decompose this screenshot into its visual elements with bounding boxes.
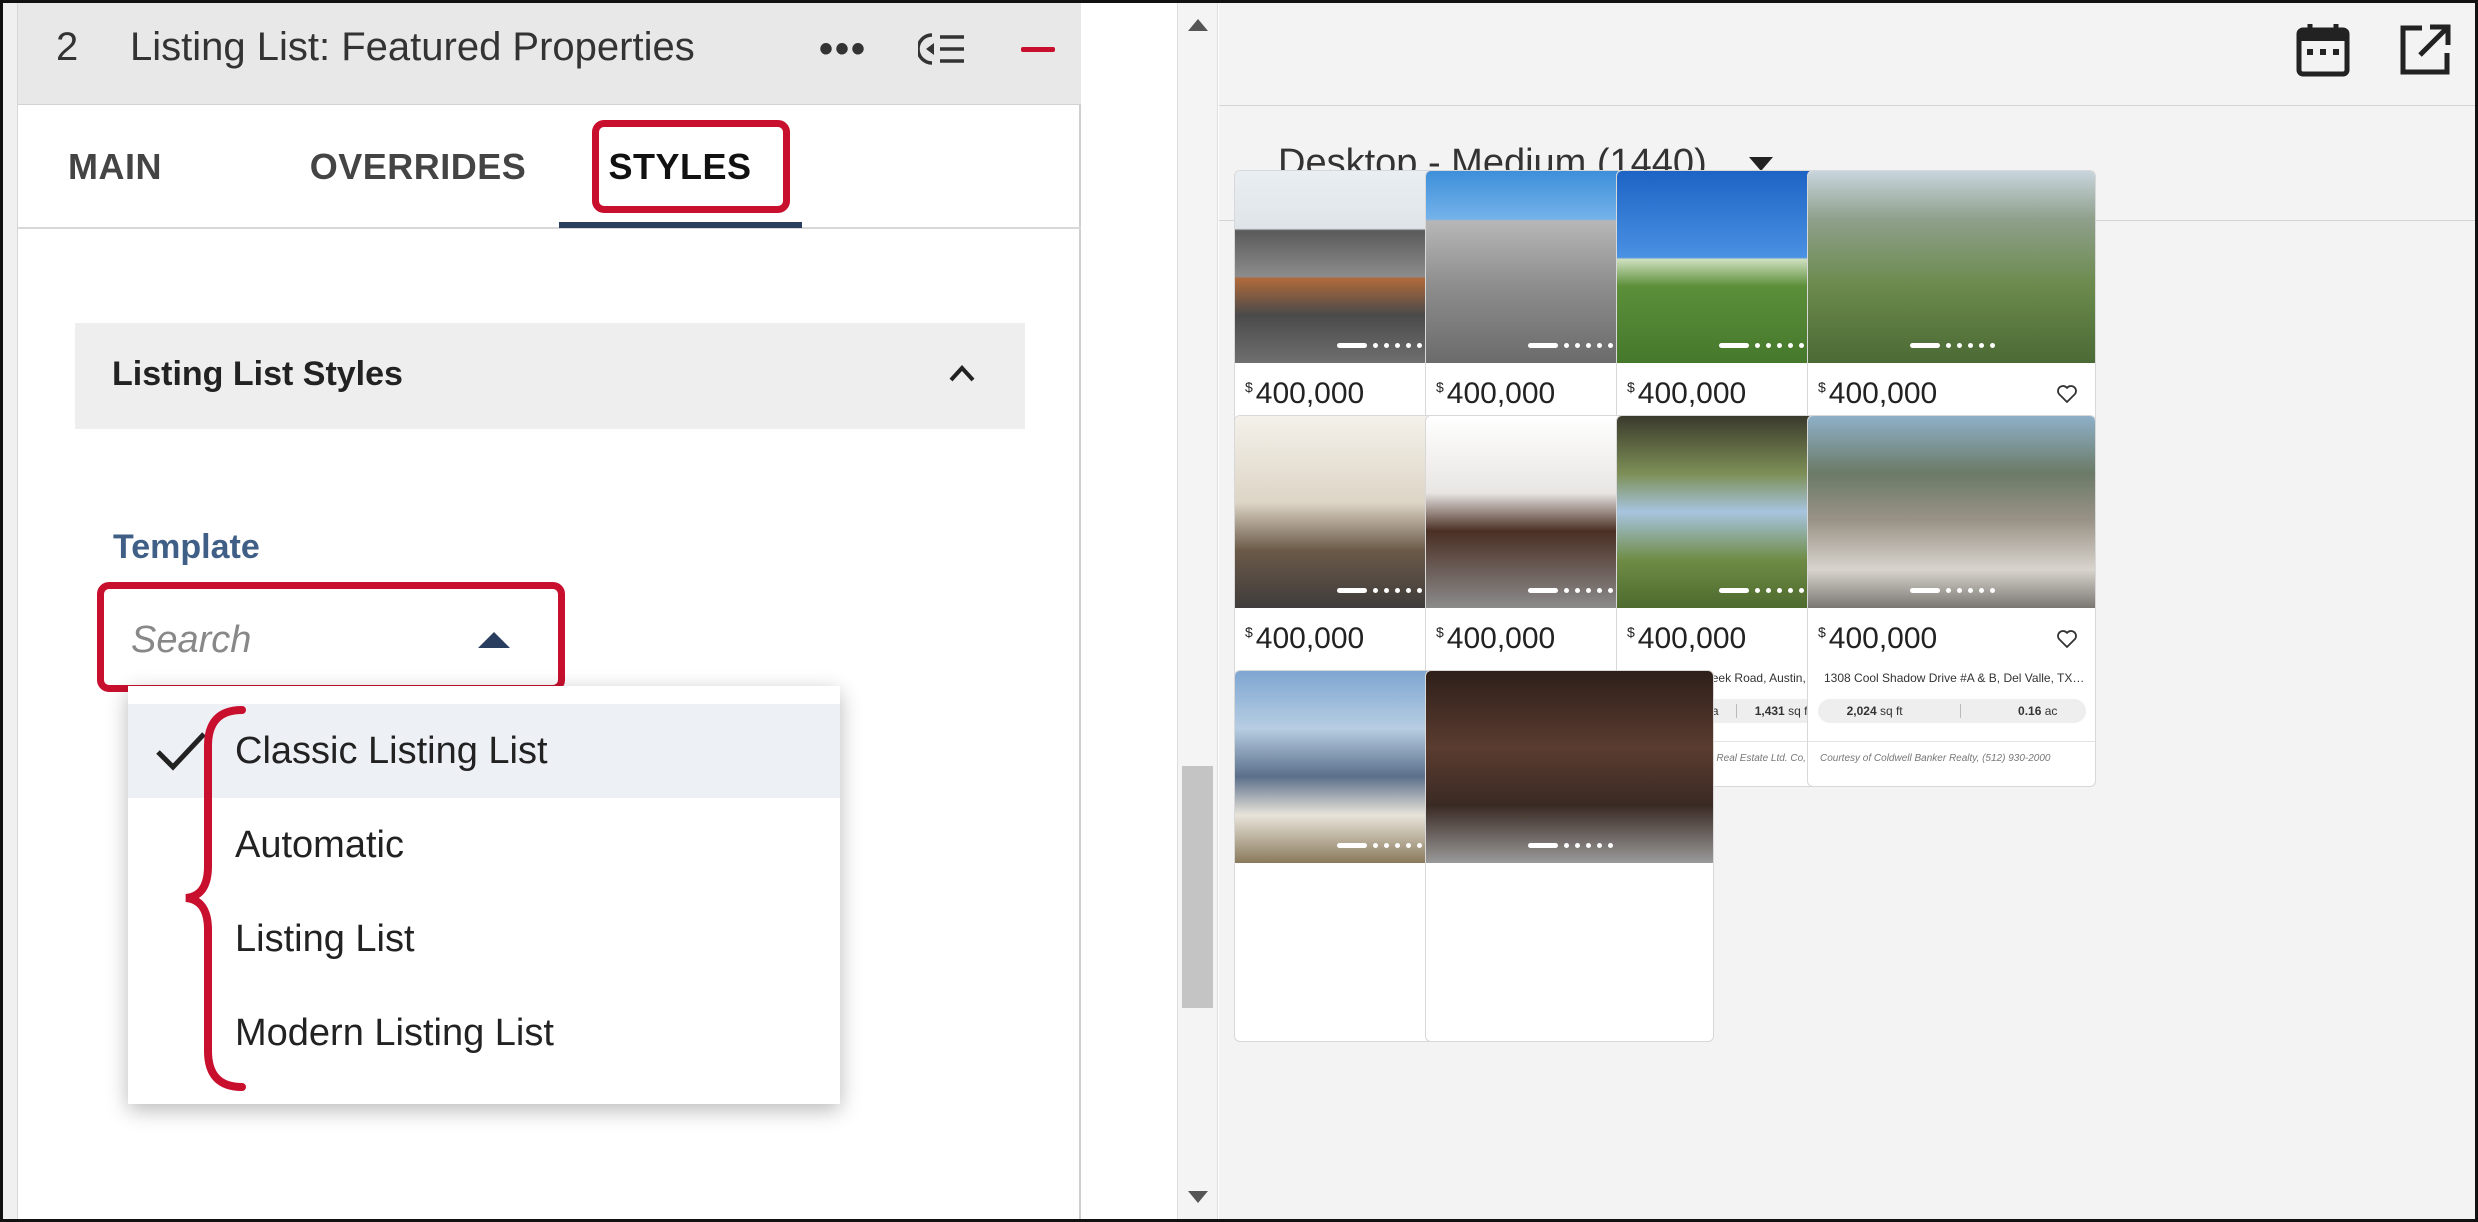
- chevron-up-icon[interactable]: [949, 361, 975, 387]
- listing-courtesy: Courtesy of Coldwell Banker Realty, (512…: [1820, 753, 2051, 764]
- photo-carousel-dots[interactable]: [1426, 843, 1713, 848]
- option-classic-listing-list[interactable]: Classic Listing List: [128, 704, 840, 798]
- listing-stat: 1,431 sq ft: [1754, 704, 1811, 718]
- option-automatic[interactable]: Automatic: [128, 798, 840, 892]
- check-icon: [156, 732, 206, 771]
- template-search-field[interactable]: [123, 600, 543, 680]
- caret-up-icon[interactable]: [478, 632, 510, 648]
- scroll-thumb[interactable]: [1182, 766, 1213, 1008]
- panel-header: 2 Listing List: Featured Properties •••: [18, 3, 1081, 105]
- preview-scrollbar[interactable]: [1177, 3, 1218, 1219]
- listing-price: $400,000: [1627, 377, 1747, 410]
- listing-price: $400,000: [1245, 377, 1365, 410]
- option-label: Automatic: [235, 823, 404, 866]
- option-label: Classic Listing List: [235, 729, 548, 772]
- template-label: Template: [113, 528, 260, 566]
- listing-price: $400,000: [1436, 622, 1556, 655]
- listing-address: 1308 Cool Shadow Drive #A & B, Del Valle…: [1824, 671, 2086, 685]
- listing-price: $400,000: [1245, 622, 1365, 655]
- listing-stat: 2,024 sq ft: [1846, 704, 1903, 718]
- minimize-icon[interactable]: [1003, 17, 1073, 81]
- scroll-down-arrow-icon[interactable]: [1188, 1191, 1208, 1203]
- tab-overrides[interactable]: OVERRIDES: [288, 105, 548, 229]
- listing-card[interactable]: $400,000 1308 Cool Shadow Drive #A & B, D…: [1807, 415, 2096, 787]
- chevron-down-icon[interactable]: [1749, 157, 1773, 171]
- tab-bar: MAIN OVERRIDES STYLES: [18, 105, 1081, 229]
- preview-toolbar: [1219, 3, 2475, 106]
- active-tab-indicator: [559, 222, 802, 228]
- preview-pane: Desktop - Medium (1440) $400,00021107 Sa…: [1219, 3, 2475, 1219]
- outline-toggle-icon[interactable]: [908, 17, 978, 81]
- section-title: Listing List Styles: [112, 355, 403, 393]
- option-modern-listing-list[interactable]: Modern Listing List: [128, 986, 840, 1080]
- open-external-icon[interactable]: [2396, 21, 2454, 79]
- listing-price: $400,000: [1818, 377, 1938, 410]
- photo-carousel-dots[interactable]: [1808, 588, 2095, 593]
- listing-photo[interactable]: [1808, 171, 2095, 363]
- listing-photo[interactable]: [1808, 416, 2095, 608]
- panel-title: Listing List: Featured Properties: [130, 25, 695, 69]
- favorite-heart-icon[interactable]: [2056, 384, 2078, 404]
- scroll-up-arrow-icon[interactable]: [1188, 19, 1208, 31]
- editor-panel: 2 Listing List: Featured Properties ••• …: [18, 3, 1081, 1219]
- calendar-icon[interactable]: [2294, 21, 2352, 79]
- tab-styles[interactable]: STYLES: [558, 105, 802, 229]
- listing-stats: 2,024 sq ft 0.16 ac: [1818, 699, 2086, 723]
- template-search-input[interactable]: [123, 600, 443, 680]
- card-divider: [1808, 741, 2095, 742]
- favorite-heart-icon[interactable]: [2056, 629, 2078, 649]
- listing-price: $400,000: [1627, 622, 1747, 655]
- left-gutter: [3, 3, 18, 1219]
- photo-carousel-dots[interactable]: [1808, 343, 2095, 348]
- tab-main[interactable]: MAIN: [68, 105, 198, 229]
- listing-stat: 0.16 ac: [2018, 704, 2058, 718]
- template-dropdown: Classic Listing List Automatic Listing L…: [128, 686, 840, 1104]
- listing-list-styles-header[interactable]: Listing List Styles: [75, 323, 1025, 429]
- option-label: Listing List: [235, 917, 415, 960]
- option-listing-list[interactable]: Listing List: [128, 892, 840, 986]
- listing-card[interactable]: [1425, 670, 1714, 1042]
- option-label: Modern Listing List: [235, 1011, 554, 1054]
- listing-price: $400,000: [1818, 622, 1938, 655]
- panel-index: 2: [56, 25, 79, 69]
- listing-photo[interactable]: [1426, 671, 1713, 863]
- more-options-icon[interactable]: •••: [808, 17, 878, 81]
- listing-price: $400,000: [1436, 377, 1556, 410]
